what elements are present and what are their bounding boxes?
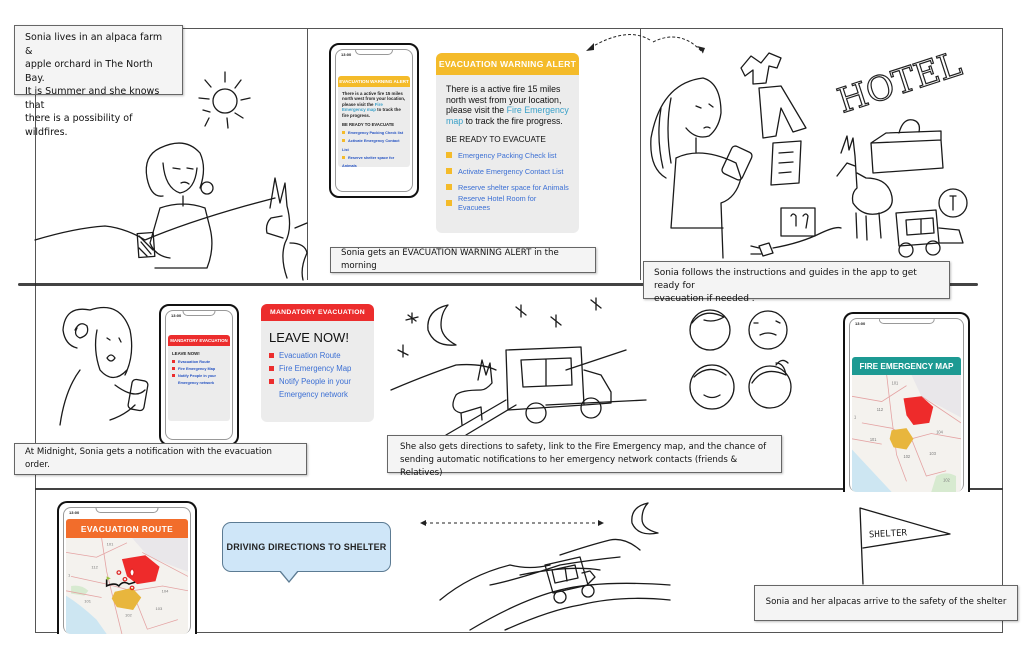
svg-text:101: 101 (84, 598, 91, 603)
panel-divider (307, 28, 308, 280)
phone-alert-header: MANDATORY EVACUATION (168, 335, 230, 346)
caption-line: apple orchard in The North Bay. (25, 59, 153, 84)
phone-alert-list: Evacuation Route Fire Emergency Map Noti… (168, 359, 230, 387)
svg-text:112: 112 (877, 407, 884, 412)
driving-directions-bubble: DRIVING DIRECTIONS TO SHELTER (222, 522, 391, 572)
evacuation-route-header: EVACUATION ROUTE (66, 519, 188, 538)
sketch-packing-items: HOTEL (641, 28, 1003, 280)
action-fire-emergency-map[interactable]: Fire Emergency Map (269, 362, 366, 375)
svg-text:101: 101 (107, 542, 114, 547)
be-ready-title: BE READY TO EVACUATE (446, 135, 546, 145)
square-bullet-icon (446, 200, 452, 207)
panel-8-caption: Sonia and her alpacas arrive to the safe… (754, 585, 1018, 621)
square-bullet-icon (446, 184, 452, 191)
phone-list-item[interactable]: Reserve shelter space for Animals (342, 154, 406, 167)
phone-list-item[interactable]: Fire Emergency Map (172, 366, 226, 373)
phone-alert-list: Emergency Packing Check list Activate Em… (338, 129, 410, 167)
fire-emergency-map[interactable]: 101 112 1 101 104 102 103 102 (852, 375, 961, 492)
action-packing-checklist[interactable]: Emergency Packing Check list (446, 147, 569, 163)
caption-line: there is a possibility of wildfires. (25, 113, 133, 138)
mandatory-action-list: Evacuation Route Fire Emergency Map Noti… (261, 349, 374, 401)
phone-list-item[interactable]: Emergency Packing Check list (342, 129, 406, 137)
phone-list-item[interactable]: Evacuation Route (172, 359, 226, 366)
svg-text:112: 112 (91, 565, 97, 570)
svg-text:104: 104 (162, 589, 170, 594)
sketch-contact-faces (684, 305, 804, 420)
hotel-sign: HOTEL (833, 44, 967, 121)
warning-alert-header: EVACUATION WARNING ALERT (436, 53, 579, 75)
svg-text:101: 101 (870, 437, 877, 442)
panel-2-caption: Sonia gets an EVACUATION WARNING ALERT i… (330, 247, 596, 273)
leave-now-headline: LEAVE NOW! (269, 330, 349, 345)
panel-1-caption: Sonia lives in an alpaca farm & apple or… (14, 25, 183, 138)
caption-line: Sonia follows the instructions and guide… (654, 268, 917, 291)
phone-list-item: Emergency network (178, 381, 215, 385)
square-bullet-icon (269, 366, 274, 371)
svg-text:102: 102 (904, 454, 911, 459)
action-notify-people-cont[interactable]: Emergency network (269, 388, 366, 401)
action-notify-people[interactable]: Notify People in your (269, 375, 366, 388)
phone-section-title: BE READY TO EVACUATE (342, 122, 395, 128)
caption-line: It is Summer and she knows that (25, 86, 160, 111)
svg-text:101: 101 (892, 380, 899, 385)
svg-text:102: 102 (943, 477, 950, 482)
square-bullet-icon (446, 152, 452, 159)
shelter-label: SHELTER (869, 528, 908, 540)
mandatory-header: MANDATORY EVACUATION (261, 304, 374, 321)
mandatory-evacuation-card: MANDATORY EVACUATION LEAVE NOW! Evacuati… (261, 304, 374, 422)
destination-pin-icon (129, 568, 135, 578)
sketch-worried-woman (35, 290, 155, 445)
phone-list-item[interactable]: Notify People in your (172, 373, 226, 380)
phone-mockup-mandatory: 13:00 MANDATORY EVACUATION LEAVE NOW! Ev… (159, 304, 239, 446)
phone-mockup-warning: 13:00 EVACUATION WARNING ALERT There is … (329, 43, 419, 198)
square-bullet-icon (446, 168, 452, 175)
svg-text:103: 103 (155, 606, 163, 611)
action-activate-contacts[interactable]: Activate Emergency Contact List (446, 163, 569, 179)
evacuation-route-map[interactable]: 101 112 1 101 104 102 103 (66, 538, 188, 634)
fire-map-header: FIRE EMERGENCY MAP (852, 357, 961, 375)
panel-4-caption: At Midnight, Sonia gets a notification w… (14, 443, 307, 475)
bubble-tail-fill (280, 570, 298, 581)
square-bullet-icon (269, 379, 274, 384)
phone-alert-card: EVACUATION WARNING ALERT There is a acti… (338, 76, 410, 167)
phone-list-item[interactable]: Activate Emergency Contact List (342, 137, 406, 154)
sketch-night-truck (386, 295, 656, 436)
phone-alert-card: MANDATORY EVACUATION LEAVE NOW! Evacuati… (168, 335, 230, 421)
action-reserve-hotel[interactable]: Reserve Hotel Room for Evacuees (446, 194, 569, 212)
svg-text:103: 103 (929, 451, 936, 456)
phone-alert-header: EVACUATION WARNING ALERT (338, 76, 410, 87)
action-evacuation-route[interactable]: Evacuation Route (269, 349, 366, 362)
svg-text:104: 104 (936, 429, 943, 434)
svg-text:1: 1 (68, 573, 70, 578)
caption-line: sending automatic notifications to her e… (400, 455, 738, 478)
warning-action-list: Emergency Packing Check list Activate Em… (436, 147, 579, 212)
caption-line: Sonia lives in an alpaca farm & (25, 32, 163, 57)
square-bullet-icon (269, 353, 274, 358)
warning-alert-card: EVACUATION WARNING ALERT There is a acti… (436, 53, 579, 233)
phone-alert-message: There is a active fire 15 miles north we… (342, 91, 406, 118)
sketch-drive-to-shelter (420, 495, 680, 631)
panel-5-caption: She also gets directions to safety, link… (387, 435, 782, 478)
svg-text:102: 102 (125, 613, 132, 618)
caption-line: She also gets directions to safety, link… (400, 442, 767, 452)
panel-3-caption: Sonia follows the instructions and guide… (643, 261, 950, 304)
phone-mockup-fire-map: 13:00 FIRE EMERGENCY MAP 101 112 1 101 1… (843, 312, 970, 492)
phone-alert-headline: LEAVE NOW! (172, 351, 200, 356)
bubble-text: DRIVING DIRECTIONS TO SHELTER (226, 542, 387, 552)
warning-alert-message: There is a active fire 15 miles north we… (446, 84, 569, 126)
phone-mockup-evacuation-route: 13:00 EVACUATION ROUTE 101 112 1 101 104… (57, 501, 197, 634)
action-reserve-shelter[interactable]: Reserve shelter space for Animals (446, 179, 569, 195)
shelter-flag-icon: SHELTER (855, 504, 955, 589)
